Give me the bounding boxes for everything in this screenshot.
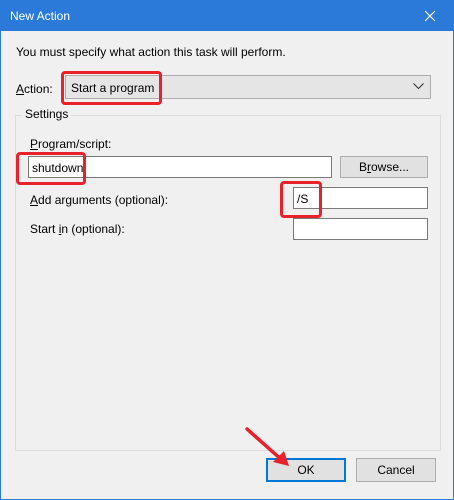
chevron-down-icon [413,83,424,90]
dialog-content: You must specify what action this task w… [1,32,453,499]
add-arguments-input[interactable]: /S [293,187,428,209]
cancel-button[interactable]: Cancel [356,458,436,482]
action-label: Action: [16,82,53,96]
add-arguments-label: Add arguments (optional): [30,193,169,207]
title-bar[interactable]: New Action [1,1,453,31]
action-dropdown-value: Start a program [71,81,155,95]
action-dropdown[interactable]: Start a program [65,75,431,99]
window-title: New Action [10,9,71,23]
start-in-input[interactable] [293,218,428,240]
annotation-arrow-icon [245,427,289,466]
close-icon [424,10,436,22]
start-in-label: Start in (optional): [30,222,125,236]
browse-button[interactable]: Br owse... [340,156,428,178]
program-script-label: Program/script: [30,137,112,151]
close-button[interactable] [407,1,453,31]
new-action-dialog: New Action You must specify what action … [0,0,454,500]
instruction-text: You must specify what action this task w… [16,45,286,59]
program-script-input[interactable]: shutdown [28,156,332,178]
settings-group-title: Settings [22,107,72,121]
